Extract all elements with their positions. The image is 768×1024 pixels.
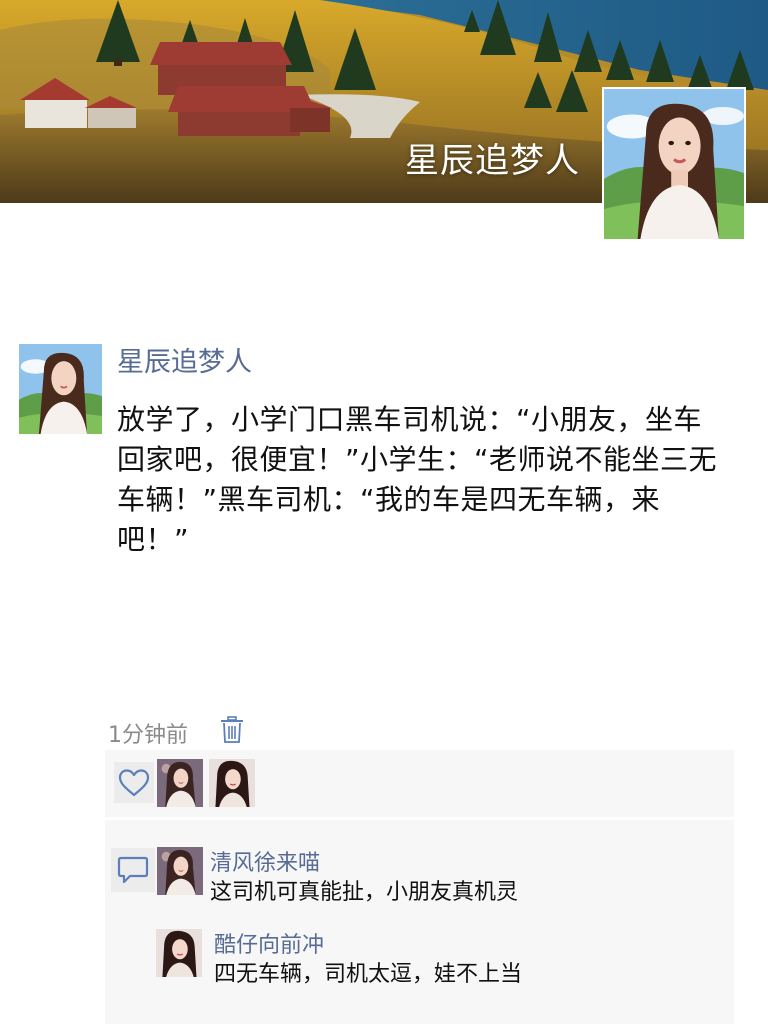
commenter-avatar[interactable] [156, 929, 202, 977]
woman-portrait-image [209, 759, 255, 807]
trash-icon[interactable] [220, 716, 244, 744]
comment-text: 四无车辆，司机太逗，娃不上当 [214, 962, 523, 987]
woman-portrait-image [19, 344, 102, 434]
likes-row [105, 750, 734, 816]
profile-name[interactable]: 星辰追梦人 [405, 133, 580, 182]
woman-portrait-image [157, 847, 203, 895]
interaction-panel: 清风徐来喵 这司机可真能扯，小朋友真机灵 酷仔向前冲 四无车辆，司机太逗，娃不上… [105, 750, 734, 1024]
post-text: 放学了，小学门口黑车司机说：“小朋友，坐车回家吧，很便宜！”小学生：“老师说不能… [117, 403, 718, 556]
woman-portrait-image [156, 929, 202, 977]
comment-text: 这司机可真能扯，小朋友真机灵 [210, 880, 519, 905]
comment-bubble-icon[interactable] [111, 848, 155, 892]
comment-author[interactable]: 酷仔向前冲 [214, 927, 324, 959]
commenter-avatar[interactable] [157, 847, 203, 895]
woman-portrait-image [604, 89, 744, 239]
post-author-avatar[interactable] [19, 344, 102, 434]
heart-outline-icon[interactable] [114, 762, 154, 803]
woman-portrait-image [157, 759, 203, 807]
post-time: 1分钟前 [108, 723, 188, 748]
liker-avatar[interactable] [157, 759, 203, 807]
divider [105, 817, 734, 820]
comment-author[interactable]: 清风徐来喵 [210, 845, 320, 877]
profile-avatar[interactable] [602, 87, 746, 241]
liker-avatar[interactable] [209, 759, 255, 807]
post-author-name[interactable]: 星辰追梦人 [117, 340, 252, 379]
